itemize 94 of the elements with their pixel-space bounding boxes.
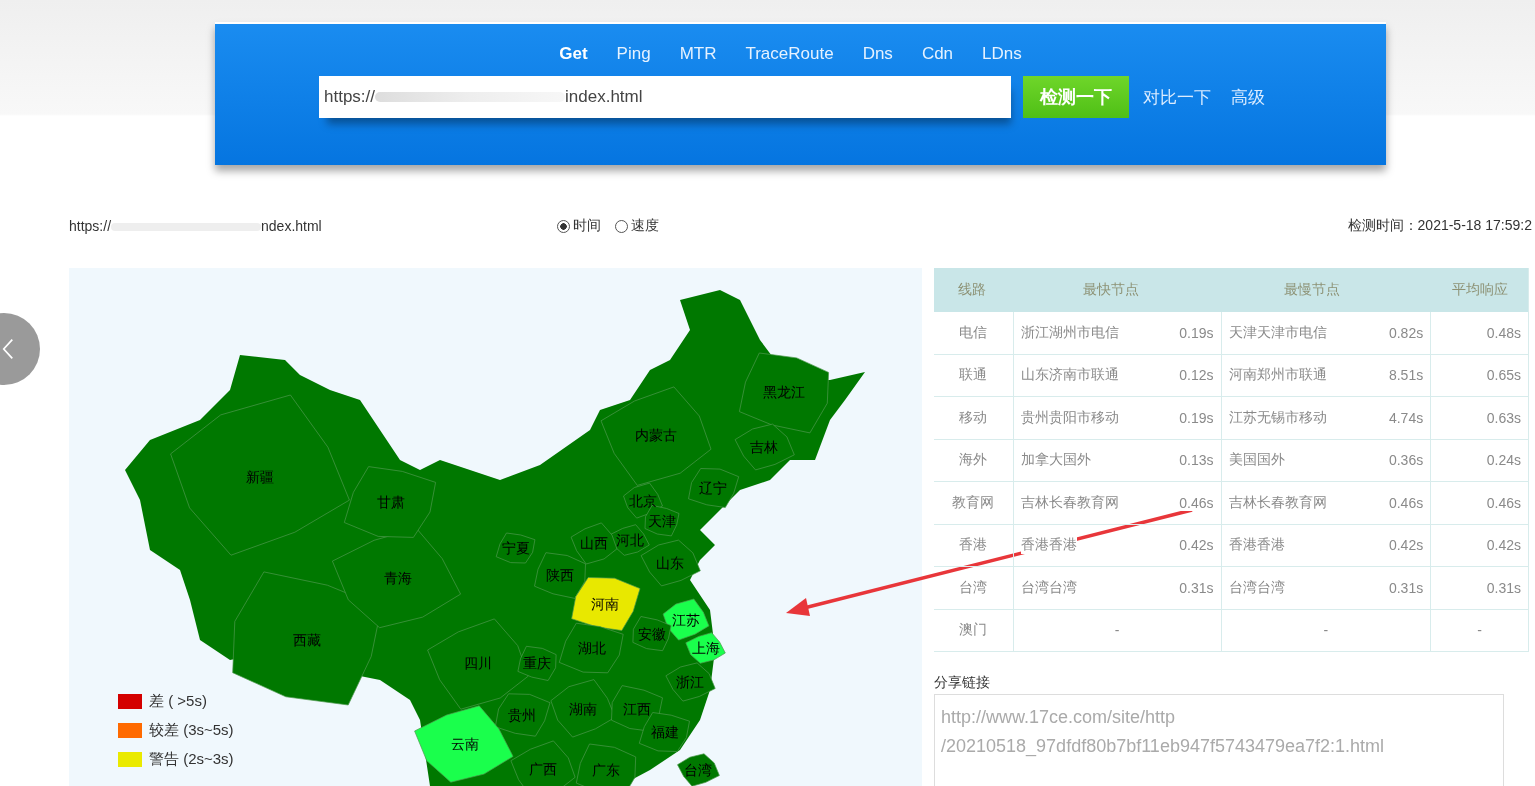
radio-option[interactable]: 速度 <box>615 217 659 235</box>
tab[interactable]: LDns <box>982 44 1022 64</box>
node-name: 香港香港 <box>1020 536 1077 555</box>
province-label: 青海 <box>384 570 412 586</box>
province-region[interactable] <box>677 753 720 786</box>
province-label: 北京 <box>629 493 657 509</box>
province-label: 山西 <box>580 535 608 551</box>
province-label: 重庆 <box>523 655 551 671</box>
province-label: 内蒙古 <box>635 427 677 443</box>
table-cell: 0.63s <box>1486 409 1521 426</box>
tab[interactable]: Dns <box>862 44 893 64</box>
province-label: 广东 <box>592 762 620 778</box>
province-label: 河北 <box>616 532 644 548</box>
province-label: 吉林 <box>750 439 778 455</box>
province-label: 四川 <box>464 655 492 671</box>
province-label: 新疆 <box>246 469 274 485</box>
province-region[interactable] <box>739 352 829 434</box>
province-label: 陕西 <box>546 567 574 583</box>
tested-url: https:// ndex.html <box>69 218 322 234</box>
province-label: 广西 <box>529 761 557 777</box>
tab[interactable]: Cdn <box>921 44 954 64</box>
table-cell: - <box>1114 622 1120 639</box>
legend-label: 差 ( >5s) <box>149 692 207 711</box>
tab[interactable]: TraceRoute <box>745 44 834 64</box>
column-header: 最快节点 <box>1081 280 1140 299</box>
table-cell-text: 海外 <box>958 450 989 470</box>
province-label: 上海 <box>692 640 720 656</box>
table-cell-text: 移动 <box>958 407 989 427</box>
table-cell-text: 澳门 <box>958 620 989 640</box>
tab[interactable]: Get <box>559 44 588 64</box>
province-region[interactable] <box>534 552 586 599</box>
province-region[interactable] <box>665 662 716 702</box>
tab[interactable]: MTR <box>679 44 717 64</box>
province-region[interactable] <box>632 616 672 652</box>
table-cell: 0.42s <box>1486 537 1521 554</box>
legend-label: 警告 (2s~3s) <box>149 750 234 769</box>
province-label: 湖北 <box>578 640 606 656</box>
chevron-left-icon <box>2 337 14 361</box>
table-cell-text: 台湾 <box>958 577 989 597</box>
province-label: 西藏 <box>293 632 321 648</box>
check-time: 检测时间：2021-5-18 17:59:2 <box>1347 217 1532 235</box>
province-region[interactable] <box>494 693 551 737</box>
table-cell: - <box>1323 622 1329 639</box>
table-cell-text: 联通 <box>958 365 989 385</box>
province-label: 安徽 <box>638 626 666 642</box>
node-name: 台湾台湾 <box>1020 578 1077 597</box>
table-cell: 0.31s <box>1486 579 1521 596</box>
node-name: 浙江湖州市电信 <box>1020 323 1119 342</box>
province-label: 甘肃 <box>377 494 405 510</box>
province-label: 湖南 <box>569 701 597 717</box>
radio-option[interactable]: 时间 <box>557 217 601 235</box>
province-label: 贵州 <box>508 707 536 723</box>
column-header: 线路 <box>957 280 988 299</box>
share-label: 分享链接 <box>934 674 991 692</box>
header-link[interactable]: 高级 <box>1231 85 1265 109</box>
table-cell-text: 电信 <box>958 322 989 342</box>
province-label: 宁夏 <box>502 540 530 556</box>
table-cell: 0.65s <box>1486 367 1521 384</box>
table-cell: 0.48s <box>1486 324 1521 341</box>
node-name: 山东济南市联通 <box>1020 366 1119 385</box>
header-link[interactable]: 对比一下 <box>1143 85 1211 109</box>
province-region[interactable] <box>734 423 795 471</box>
province-label: 黑龙江 <box>763 384 805 400</box>
province-region[interactable] <box>558 622 624 674</box>
table-cell-text: 教育网 <box>951 492 996 512</box>
node-name: 天津天津市电信 <box>1228 323 1327 342</box>
share-link-field[interactable]: http://www.17ce.com/site/http /20210518_97dfdf80b7bf11eb947f5743479ea7f2:1.html <box>934 694 1504 786</box>
province-label: 台湾 <box>684 762 712 778</box>
node-name: 江苏无锡市移动 <box>1228 408 1327 427</box>
table-cell: 0.46s <box>1486 494 1521 511</box>
province-label: 江西 <box>623 701 651 717</box>
province-label: 江苏 <box>672 612 700 628</box>
province-label: 辽宁 <box>699 480 727 496</box>
node-name: 台湾台湾 <box>1228 578 1285 597</box>
province-label: 云南 <box>451 736 479 752</box>
legend-label: 较差 (3s~5s) <box>149 721 234 740</box>
table-cell: - <box>1477 622 1482 639</box>
tab[interactable]: Ping <box>616 44 651 64</box>
column-header: 最慢节点 <box>1283 280 1342 299</box>
check-button[interactable]: 检测一下 <box>1023 76 1129 118</box>
province-label: 天津 <box>648 513 676 529</box>
province-region[interactable] <box>688 468 740 508</box>
province-label: 河南 <box>591 596 619 612</box>
url-input-field[interactable]: https:// index.html <box>319 76 1011 118</box>
province-label: 浙江 <box>676 674 704 690</box>
table-cell: 0.24s <box>1486 452 1521 469</box>
column-header: 平均响应 <box>1451 280 1509 299</box>
node-name: 吉林长春教育网 <box>1020 493 1119 512</box>
table-cell-text: 香港 <box>958 535 989 555</box>
province-label: 山东 <box>656 555 684 571</box>
province-label: 福建 <box>651 724 679 740</box>
node-name: 贵州贵阳市移动 <box>1020 408 1119 427</box>
province-region[interactable] <box>685 632 726 664</box>
node-name: 吉林长春教育网 <box>1228 493 1327 512</box>
